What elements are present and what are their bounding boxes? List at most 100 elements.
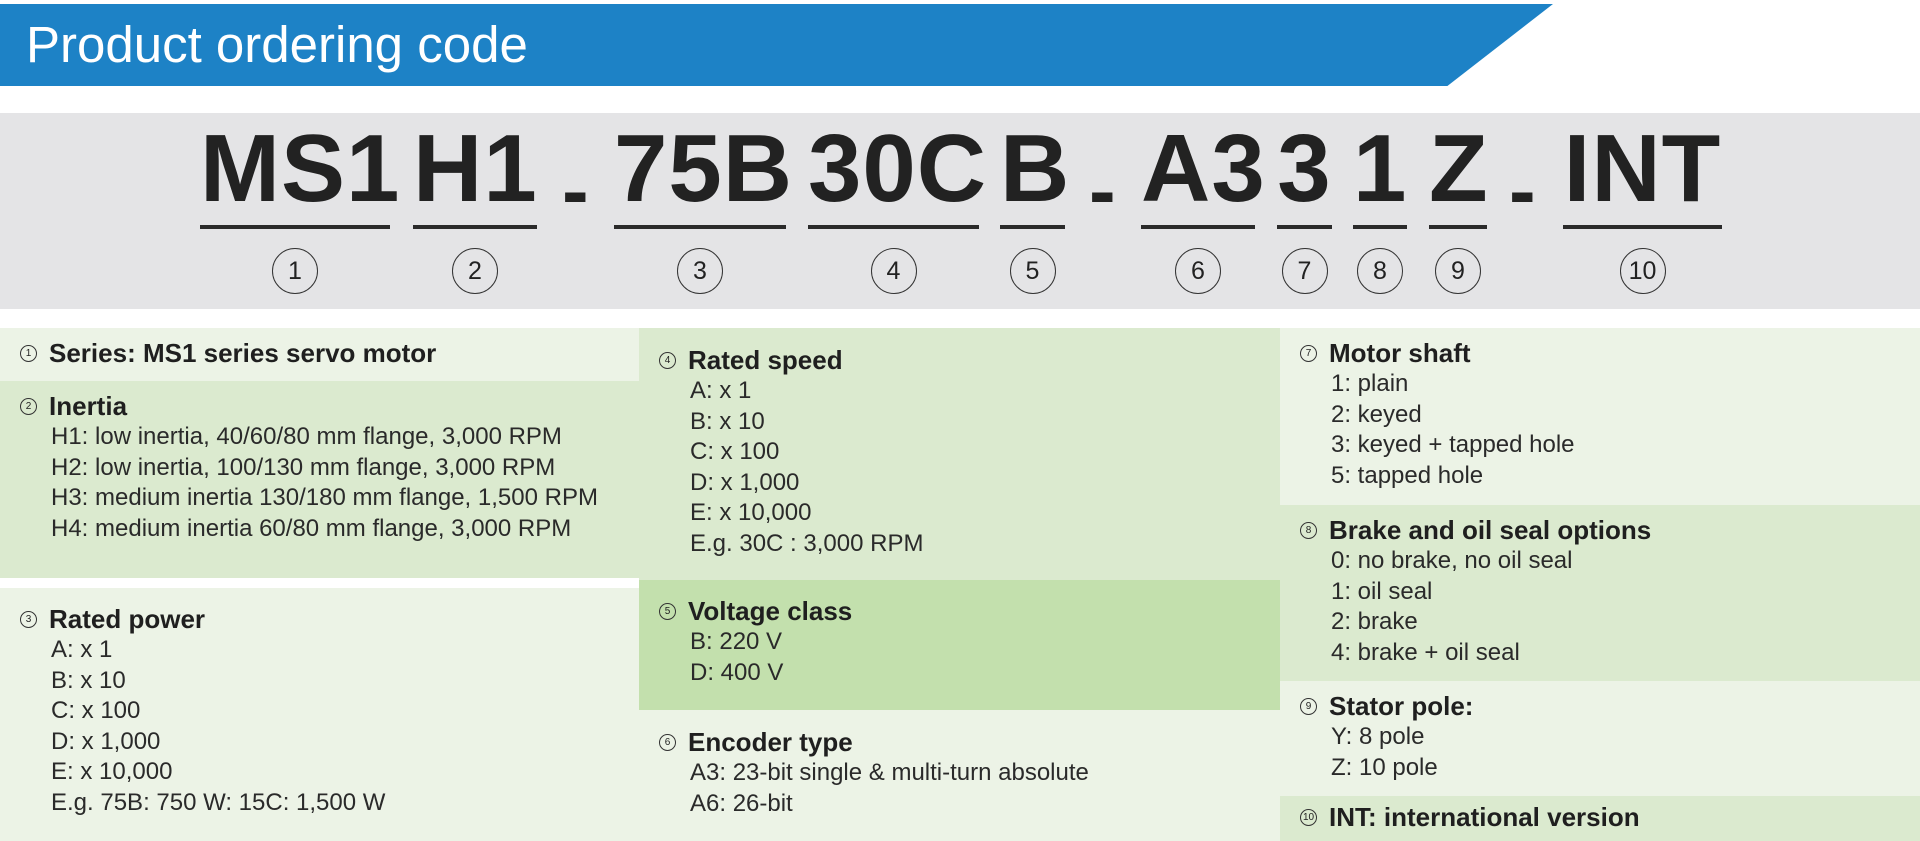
ordering-code-band: MS1 1 H1 2 - 75B 3 30C 4 B 5 - A3 6 3 7 …: [0, 113, 1920, 309]
code-segment-rated-speed: 30C 4: [808, 121, 986, 294]
code-segment-voltage: B 5: [1000, 121, 1069, 294]
circled-number: 3: [20, 611, 37, 628]
circled-number: 4: [659, 352, 676, 369]
section-line: B: x 10: [51, 666, 126, 694]
code-underline: [1141, 225, 1255, 229]
section-lines: 1: plain 2: keyed 3: keyed + tapped hole…: [1331, 369, 1920, 491]
section-line: A3: 23-bit single & multi-turn absolute: [690, 759, 1089, 786]
section-series: 1 Series: MS1 series servo motor: [0, 328, 639, 381]
circled-number: 7: [1300, 345, 1317, 362]
section-line: E: x 10,000: [690, 499, 812, 527]
section-line: C: x 100: [51, 697, 141, 725]
section-heading: 3 Rated power: [20, 604, 639, 635]
section-line: 1: oil seal: [1331, 577, 1433, 605]
section-line: B: 220 V: [690, 628, 783, 655]
code-underline: [1429, 225, 1487, 229]
section-lines: A: x 1 B: x 10 C: x 100 D: x 1,000 E: x …: [690, 376, 1280, 560]
section-line: Z: 10 pole: [1331, 753, 1438, 781]
section-line: H4: medium inertia 60/80 mm flange, 3,00…: [51, 514, 572, 542]
section-rated-speed: 4 Rated speed A: x 1 B: x 10 C: x 100 D: …: [639, 328, 1280, 580]
circled-number: 9: [1300, 698, 1317, 715]
circled-number: 1: [20, 345, 37, 362]
section-international: 10 INT: international version: [1280, 796, 1920, 841]
code-segment-number: 9: [1435, 248, 1481, 294]
section-line: 1: plain: [1331, 370, 1409, 397]
section-line: H1: low inertia, 40/60/80 mm flange, 3,0…: [51, 423, 562, 450]
code-segment-number: 7: [1281, 248, 1328, 294]
circled-number: 2: [20, 398, 37, 415]
section-line: A: x 1: [51, 636, 113, 663]
section-heading: 4 Rated speed: [659, 345, 1280, 376]
section-heading: 1 Series: MS1 series servo motor: [20, 338, 639, 369]
section-lines: H1: low inertia, 40/60/80 mm flange, 3,0…: [51, 422, 639, 544]
code-underline: [808, 225, 979, 229]
page-title: Product ordering code: [26, 16, 528, 73]
section-lines: 0: no brake, no oil seal 1: oil seal 2: …: [1331, 546, 1920, 668]
section-line: D: x 1,000: [690, 468, 800, 496]
circled-number: 10: [1300, 809, 1317, 826]
code-segment-text: Z: [1429, 115, 1489, 222]
code-dash: -: [1509, 146, 1536, 235]
section-heading: 6 Encoder type: [659, 727, 1280, 758]
section-title: Motor shaft: [1329, 338, 1471, 368]
section-brake-oil-seal: 8 Brake and oil seal options 0: no brake,…: [1280, 505, 1920, 681]
code-segment-number: 1: [272, 248, 318, 294]
section-line: A: x 1: [690, 377, 752, 404]
code-segment-text: INT: [1563, 115, 1722, 222]
code-segment-text: A3: [1141, 115, 1266, 222]
section-heading: 8 Brake and oil seal options: [1300, 515, 1920, 546]
section-rated-power: 3 Rated power A: x 1 B: x 10 C: x 100 D: …: [0, 588, 639, 841]
code-segment-shaft: 3 7: [1277, 115, 1332, 294]
code-segment-number: 8: [1357, 248, 1403, 294]
code-segment-series: MS1 1: [200, 121, 399, 294]
code-segment-number: 10: [1619, 248, 1666, 294]
section-heading: 7 Motor shaft: [1300, 338, 1920, 369]
code-segment-number: 3: [677, 248, 723, 294]
section-line: H2: low inertia, 100/130 mm flange, 3,00…: [51, 453, 556, 481]
section-heading: 5 Voltage class: [659, 596, 1280, 627]
section-line: A6: 26-bit: [690, 789, 793, 817]
circled-number: 8: [1300, 522, 1317, 539]
code-segment-text: H1: [413, 115, 538, 222]
section-motor-shaft: 7 Motor shaft 1: plain 2: keyed 3: keyed …: [1280, 328, 1920, 505]
section-title: Rated power: [49, 604, 206, 634]
code-dash: -: [562, 146, 589, 235]
code-underline: [413, 225, 537, 229]
section-inertia: 2 Inertia H1: low inertia, 40/60/80 mm fl…: [0, 381, 639, 578]
code-segment-text: 75B: [614, 115, 794, 222]
code-segment-text: 1: [1353, 115, 1408, 222]
section-heading: 9 Stator pole:: [1300, 691, 1920, 722]
code-segment-number: 2: [452, 248, 498, 294]
section-line: E.g. 30C : 3,000 RPM: [690, 529, 924, 557]
code-segment-text: 3: [1277, 115, 1332, 222]
section-encoder-type: 6 Encoder type A3: 23-bit single & multi-…: [639, 710, 1280, 841]
section-title: Rated speed: [688, 345, 843, 375]
section-title: Encoder type: [688, 727, 853, 757]
code-segment-rated-power: 75B 3: [614, 115, 794, 294]
section-line: 2: brake: [1331, 608, 1418, 636]
section-title: Inertia: [49, 391, 128, 421]
section-lines: Y: 8 pole Z: 10 pole: [1331, 722, 1920, 783]
section-title: Brake and oil seal options: [1329, 515, 1652, 545]
section-line: E.g. 75B: 750 W: 15C: 1,500 W: [51, 788, 386, 816]
section-lines: A: x 1 B: x 10 C: x 100 D: x 1,000 E: x …: [51, 635, 639, 819]
circled-number: 5: [659, 603, 676, 620]
section-voltage-class: 5 Voltage class B: 220 V D: 400 V: [639, 580, 1280, 710]
section-line: 4: brake + oil seal: [1331, 638, 1520, 666]
code-segment-brake: 1 8: [1353, 115, 1408, 294]
code-underline: [1000, 225, 1065, 229]
code-segment-number: 4: [870, 248, 917, 294]
section-line: D: x 1,000: [51, 727, 161, 755]
section-line: 3: keyed + tapped hole: [1331, 431, 1575, 459]
code-underline: [1563, 225, 1722, 229]
section-line: E: x 10,000: [51, 758, 173, 786]
code-segment-inertia: H1 2: [413, 115, 538, 294]
section-heading: 10 INT: international version: [1300, 802, 1920, 833]
title-banner: Product ordering code: [0, 4, 1553, 86]
section-line: D: 400 V: [690, 658, 784, 686]
code-underline: [614, 225, 786, 229]
code-segment-number: 6: [1175, 248, 1221, 294]
section-line: H3: medium inertia 130/180 mm flange, 1,…: [51, 484, 598, 512]
section-title: Voltage class: [688, 596, 853, 626]
section-title: Series: MS1 series servo motor: [49, 338, 437, 368]
